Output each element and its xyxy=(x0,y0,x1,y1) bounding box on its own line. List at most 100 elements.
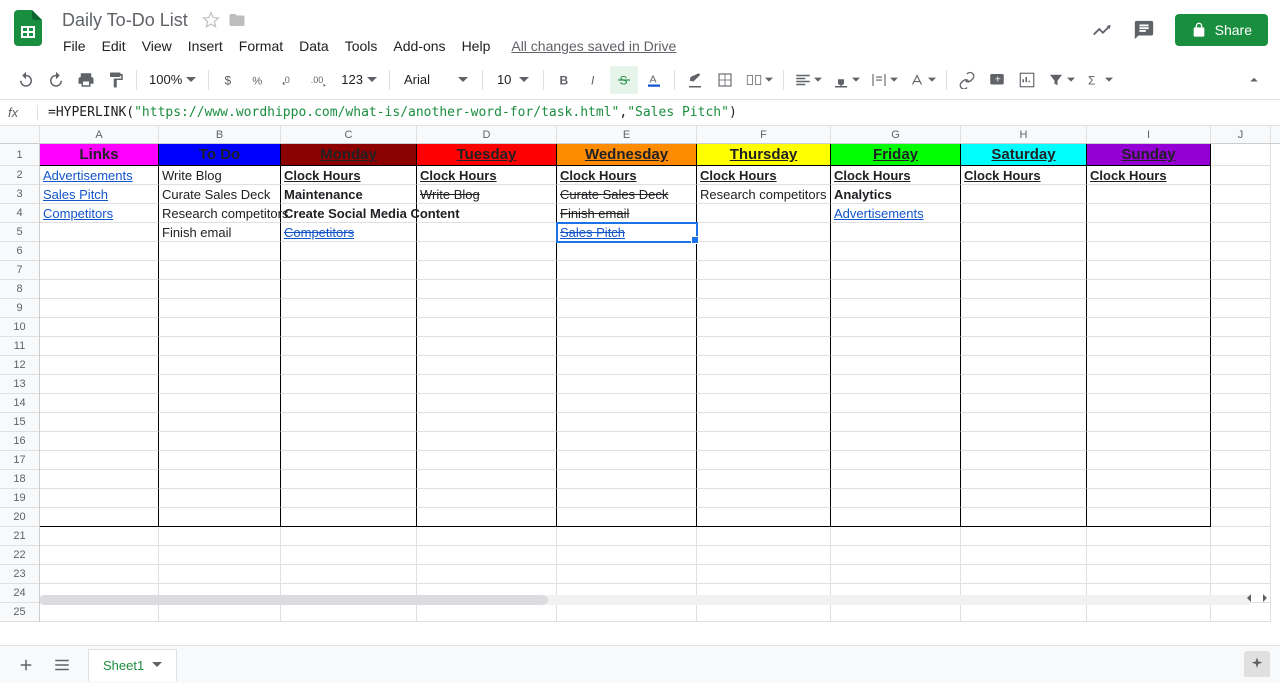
cell[interactable] xyxy=(40,299,159,318)
cell[interactable] xyxy=(417,318,557,337)
cell[interactable] xyxy=(1211,356,1271,375)
cell[interactable] xyxy=(961,204,1087,223)
cell[interactable] xyxy=(417,489,557,508)
cell[interactable] xyxy=(1211,527,1271,546)
cell[interactable] xyxy=(40,603,159,622)
cell[interactable] xyxy=(1211,337,1271,356)
cell[interactable] xyxy=(417,394,557,413)
cell[interactable] xyxy=(1087,470,1211,489)
cell[interactable] xyxy=(40,470,159,489)
cell[interactable] xyxy=(697,489,831,508)
row-header[interactable]: 14 xyxy=(0,394,39,413)
cell[interactable] xyxy=(417,451,557,470)
header-cell[interactable]: Wednesday xyxy=(557,144,697,166)
cell[interactable]: Competitors xyxy=(281,223,417,242)
text-wrap-button[interactable] xyxy=(866,66,902,94)
insert-chart-button[interactable] xyxy=(1013,66,1041,94)
cell[interactable]: Advertisements xyxy=(831,204,961,223)
cell[interactable] xyxy=(417,261,557,280)
redo-button[interactable] xyxy=(42,66,70,94)
cell[interactable] xyxy=(961,280,1087,299)
horizontal-align-button[interactable] xyxy=(790,66,826,94)
cell[interactable]: Curate Sales Deck xyxy=(159,185,281,204)
cell[interactable] xyxy=(281,337,417,356)
collapse-toolbar-button[interactable] xyxy=(1240,66,1268,94)
column-header[interactable]: D xyxy=(417,126,557,143)
cell[interactable] xyxy=(961,185,1087,204)
cell[interactable] xyxy=(1211,546,1271,565)
cell[interactable] xyxy=(417,470,557,489)
cell[interactable]: Sales Pitch xyxy=(557,223,697,242)
cell[interactable] xyxy=(417,603,557,622)
cell[interactable] xyxy=(697,470,831,489)
cell[interactable] xyxy=(697,337,831,356)
cell[interactable] xyxy=(831,603,961,622)
column-header[interactable]: C xyxy=(281,126,417,143)
row-header[interactable]: 10 xyxy=(0,318,39,337)
cell[interactable] xyxy=(697,413,831,432)
cell[interactable] xyxy=(697,394,831,413)
header-cell[interactable]: Links xyxy=(40,144,159,166)
column-header[interactable]: J xyxy=(1211,126,1271,143)
cell[interactable] xyxy=(961,451,1087,470)
cell[interactable]: Write Blog xyxy=(417,185,557,204)
cell[interactable] xyxy=(281,261,417,280)
cell[interactable] xyxy=(417,337,557,356)
row-header[interactable]: 17 xyxy=(0,451,39,470)
share-button[interactable]: Share xyxy=(1175,14,1268,46)
cell[interactable] xyxy=(1211,204,1271,223)
font-select[interactable]: Arial xyxy=(396,72,476,87)
column-header[interactable]: E xyxy=(557,126,697,143)
cell[interactable] xyxy=(1211,470,1271,489)
cell[interactable] xyxy=(831,337,961,356)
cell[interactable] xyxy=(831,261,961,280)
cell[interactable] xyxy=(417,356,557,375)
cell[interactable] xyxy=(831,565,961,584)
row-header[interactable]: 11 xyxy=(0,337,39,356)
text-color-button[interactable]: A xyxy=(640,66,668,94)
cell[interactable] xyxy=(1087,318,1211,337)
cell[interactable] xyxy=(40,394,159,413)
cell[interactable] xyxy=(557,299,697,318)
cell[interactable] xyxy=(1087,527,1211,546)
insert-comment-button[interactable]: + xyxy=(983,66,1011,94)
cell[interactable] xyxy=(557,375,697,394)
cell[interactable]: Clock Hours xyxy=(557,166,697,185)
cell[interactable] xyxy=(1211,166,1271,185)
cell[interactable] xyxy=(40,565,159,584)
cell[interactable] xyxy=(557,489,697,508)
cell[interactable] xyxy=(1087,204,1211,223)
cell[interactable]: Write Blog xyxy=(159,166,281,185)
cell[interactable] xyxy=(961,489,1087,508)
move-icon[interactable] xyxy=(228,11,246,29)
cell[interactable] xyxy=(961,603,1087,622)
header-cell[interactable]: Friday xyxy=(831,144,961,166)
cell[interactable] xyxy=(159,470,281,489)
cell[interactable] xyxy=(1211,318,1271,337)
cell[interactable] xyxy=(159,261,281,280)
header-cell[interactable]: To Do xyxy=(159,144,281,166)
cell[interactable] xyxy=(281,489,417,508)
cell[interactable] xyxy=(1211,508,1271,527)
row-header[interactable]: 19 xyxy=(0,489,39,508)
cell[interactable] xyxy=(417,527,557,546)
cell[interactable] xyxy=(1211,144,1271,166)
cell[interactable] xyxy=(417,280,557,299)
cell[interactable] xyxy=(1087,299,1211,318)
cell[interactable] xyxy=(831,223,961,242)
cell[interactable] xyxy=(281,603,417,622)
cell[interactable] xyxy=(417,223,557,242)
cell[interactable] xyxy=(557,546,697,565)
cell[interactable] xyxy=(159,337,281,356)
cell[interactable] xyxy=(557,337,697,356)
cell[interactable] xyxy=(1211,261,1271,280)
cell[interactable] xyxy=(1087,603,1211,622)
cell[interactable] xyxy=(40,546,159,565)
cell[interactable] xyxy=(831,375,961,394)
cell[interactable] xyxy=(697,451,831,470)
cell[interactable] xyxy=(1087,489,1211,508)
scroll-right-button[interactable] xyxy=(1258,591,1272,605)
cell[interactable] xyxy=(281,299,417,318)
activity-icon[interactable] xyxy=(1091,19,1113,41)
row-header[interactable]: 6 xyxy=(0,242,39,261)
